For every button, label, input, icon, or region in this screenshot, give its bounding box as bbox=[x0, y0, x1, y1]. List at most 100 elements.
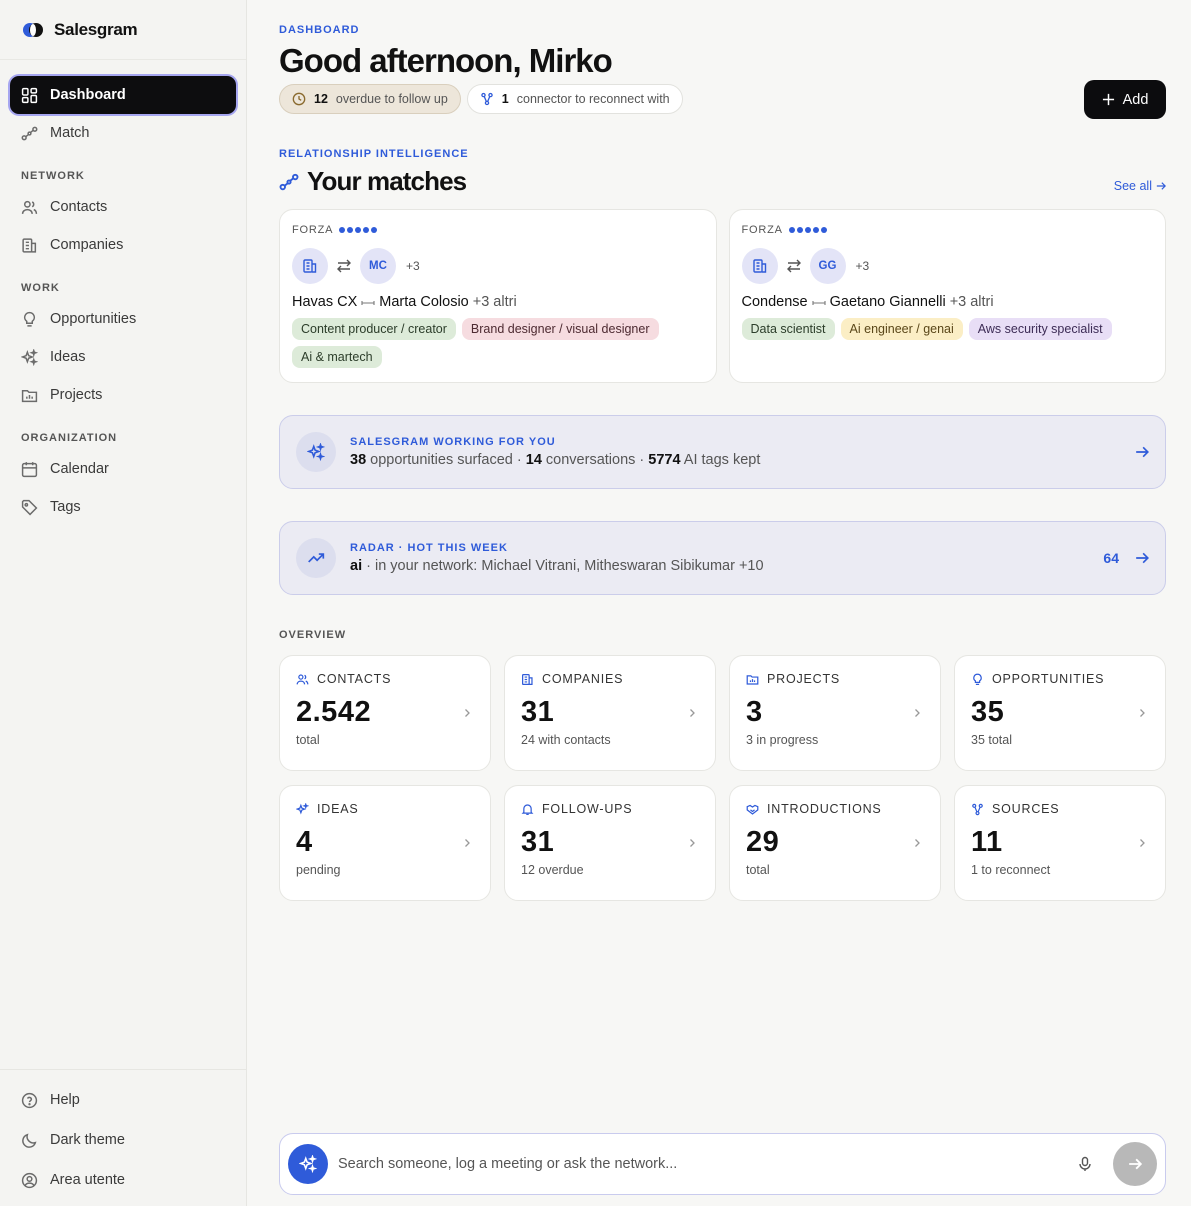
match-cards: FORZA MC +3 Havas CX Marta Colosio +3 al… bbox=[279, 209, 1166, 383]
stat-value: 31 bbox=[521, 826, 555, 858]
chevron-right-icon bbox=[1140, 839, 1145, 847]
building-icon bbox=[22, 237, 37, 253]
separator: · bbox=[516, 452, 522, 468]
bell-icon bbox=[521, 803, 534, 815]
strength-label: FORZA bbox=[292, 224, 334, 236]
clock-icon bbox=[292, 92, 306, 106]
moon-icon bbox=[22, 1133, 37, 1148]
match-names: Condense Gaetano Giannelli +3 altri bbox=[742, 294, 1154, 310]
calendar-icon bbox=[21, 461, 38, 477]
sidebar-item-companies[interactable]: Companies bbox=[10, 226, 236, 264]
see-all-link[interactable]: See all bbox=[1114, 179, 1166, 193]
radar-count-link[interactable]: 64 bbox=[1103, 550, 1149, 566]
chevron-right-icon bbox=[915, 839, 920, 847]
sidebar-item-label: Help bbox=[50, 1092, 80, 1108]
tag-icon bbox=[21, 499, 38, 515]
app-name: Salesgram bbox=[54, 19, 138, 39]
sidebar-item-opportunities[interactable]: Opportunities bbox=[10, 300, 236, 338]
grid-icon bbox=[21, 87, 38, 103]
tag-chip[interactable]: Ai engineer / genai bbox=[840, 318, 963, 340]
match-card[interactable]: FORZA GG +3 Condense Gaetano Giannelli +… bbox=[728, 209, 1166, 383]
sidebar-item-tags[interactable]: Tags bbox=[10, 488, 236, 526]
company-avatar bbox=[292, 248, 328, 284]
stat-label: INTRODUCTIONS bbox=[767, 802, 882, 816]
tag-chip[interactable]: Brand designer / visual designer bbox=[461, 318, 659, 340]
sidebar-item-match[interactable]: Match bbox=[10, 114, 236, 152]
sidebar-item-ideas[interactable]: Ideas bbox=[10, 338, 236, 376]
brand[interactable]: Salesgram bbox=[0, 0, 246, 60]
stat-header: OPPORTUNITIES bbox=[971, 672, 1149, 686]
connector-icon bbox=[481, 92, 493, 106]
match-strength: FORZA bbox=[292, 224, 704, 236]
radar-text: RADAR · HOT THIS WEEK ai · in your netwo… bbox=[350, 542, 764, 574]
link-arrow-icon bbox=[812, 301, 826, 305]
sidebar-item-help[interactable]: Help bbox=[10, 1080, 236, 1120]
match-company: Havas CX bbox=[292, 294, 358, 310]
sidebar-item-contacts[interactable]: Contacts bbox=[10, 188, 236, 226]
radar-banner[interactable]: RADAR · HOT THIS WEEK ai · in your netwo… bbox=[279, 521, 1166, 595]
sidebar-item-dark-theme[interactable]: Dark theme bbox=[10, 1120, 236, 1160]
salesgram-logo-icon bbox=[23, 22, 43, 37]
tags-label: AI tags kept bbox=[683, 452, 761, 468]
sidebar-item-dashboard[interactable]: Dashboard bbox=[10, 76, 236, 114]
user-circle-icon bbox=[21, 1172, 38, 1188]
sparkles-icon bbox=[296, 802, 309, 815]
send-button[interactable] bbox=[1113, 1142, 1157, 1186]
plus-icon bbox=[1102, 93, 1114, 106]
sidebar-item-label: Area utente bbox=[50, 1172, 125, 1188]
chevron-right-icon bbox=[465, 709, 470, 717]
convs-count: 14 bbox=[525, 452, 542, 468]
connector-count: 1 bbox=[501, 92, 509, 106]
radar-summary: ai · in your network: Michael Vitrani, M… bbox=[350, 558, 764, 574]
sidebar-item-label: Dashboard bbox=[50, 87, 126, 103]
stat-card-sources[interactable]: SOURCES 11 1 to reconnect bbox=[954, 785, 1166, 901]
stat-card-contacts[interactable]: CONTACTS 2.542 total bbox=[279, 655, 491, 771]
tag-chip[interactable]: Ai & martech bbox=[292, 346, 382, 368]
sidebar-item-projects[interactable]: Projects bbox=[10, 376, 236, 414]
connector-pill[interactable]: 1 connector to reconnect with bbox=[466, 84, 683, 114]
stat-card-follow-ups[interactable]: FOLLOW-UPS 31 12 overdue bbox=[504, 785, 716, 901]
stat-value: 3 bbox=[746, 696, 763, 728]
overdue-pill[interactable]: 12 overdue to follow up bbox=[279, 84, 461, 114]
working-summary: 38 opportunities surfaced · 14 conversat… bbox=[350, 452, 760, 468]
chevron-right-icon bbox=[465, 839, 470, 847]
stat-label: OPPORTUNITIES bbox=[992, 672, 1105, 686]
stat-card-opportunities[interactable]: OPPORTUNITIES 35 35 total bbox=[954, 655, 1166, 771]
working-eyebrow: SALESGRAM WORKING FOR YOU bbox=[350, 436, 556, 448]
working-banner[interactable]: SALESGRAM WORKING FOR YOU 38 opportuniti… bbox=[279, 415, 1166, 489]
sidebar-item-area-utente[interactable]: Area utente bbox=[10, 1160, 236, 1200]
stat-sub: 35 total bbox=[971, 733, 1013, 747]
stat-sub: pending bbox=[296, 863, 341, 877]
add-button[interactable]: Add bbox=[1084, 80, 1166, 119]
match-icon bbox=[279, 173, 299, 190]
stat-card-ideas[interactable]: IDEAS 4 pending bbox=[279, 785, 491, 901]
sparkles-icon bbox=[21, 348, 38, 366]
assistant-input[interactable] bbox=[338, 1156, 1077, 1172]
stat-value: 11 bbox=[971, 826, 1003, 858]
tag-chip[interactable]: Content producer / creator bbox=[292, 318, 456, 340]
stat-card-projects[interactable]: PROJECTS 3 3 in progress bbox=[729, 655, 941, 771]
match-strength: FORZA bbox=[742, 224, 1154, 236]
sidebar-item-calendar[interactable]: Calendar bbox=[10, 450, 236, 488]
tag-chip[interactable]: Data scientist bbox=[741, 318, 835, 340]
microphone-icon[interactable] bbox=[1077, 1156, 1093, 1172]
stat-sub: total bbox=[746, 863, 770, 877]
stat-card-companies[interactable]: COMPANIES 31 24 with contacts bbox=[504, 655, 716, 771]
match-avatars: GG +3 bbox=[741, 248, 1154, 284]
chevron-right-icon bbox=[1140, 709, 1145, 717]
working-arrow[interactable] bbox=[1135, 445, 1149, 459]
page-eyebrow: DASHBOARD bbox=[279, 24, 360, 36]
overdue-count: 12 bbox=[314, 92, 328, 106]
assistant-button[interactable] bbox=[288, 1144, 328, 1184]
stat-card-introductions[interactable]: INTRODUCTIONS 29 total bbox=[729, 785, 941, 901]
opps-label: opportunities surfaced bbox=[370, 452, 513, 468]
person-avatar: MC bbox=[360, 248, 396, 284]
match-tags: Content producer / creator Brand designe… bbox=[292, 318, 704, 368]
matches-title-text: Your matches bbox=[307, 166, 467, 196]
sidebar-item-label: Match bbox=[50, 125, 90, 141]
trend-badge bbox=[296, 538, 336, 578]
tag-chip[interactable]: Aws security specialist bbox=[968, 318, 1112, 340]
arrow-right-icon bbox=[1129, 1158, 1142, 1170]
match-card[interactable]: FORZA MC +3 Havas CX Marta Colosio +3 al… bbox=[279, 209, 717, 383]
stat-label: CONTACTS bbox=[317, 672, 392, 686]
